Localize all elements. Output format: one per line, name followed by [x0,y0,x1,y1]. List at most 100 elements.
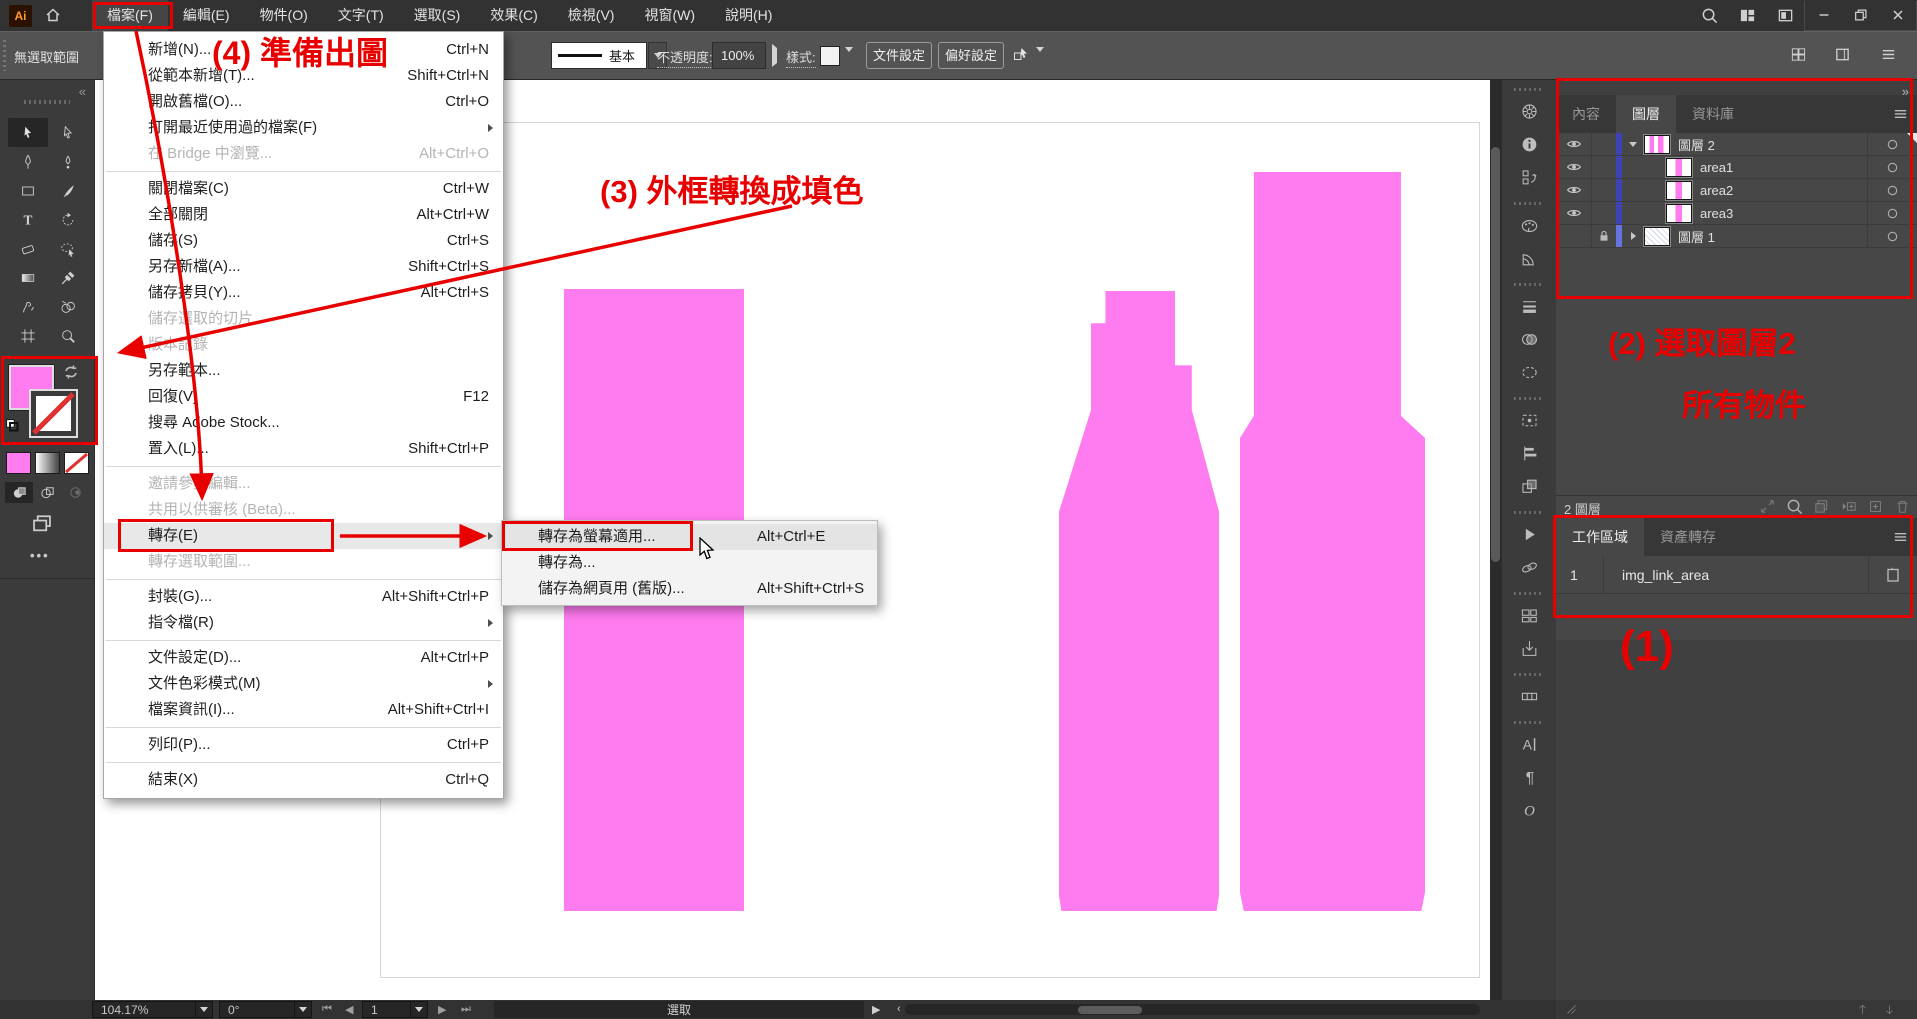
artboard-tool[interactable] [8,321,48,350]
draw-inside-icon[interactable] [61,482,89,503]
feather-icon[interactable] [1502,356,1557,389]
character-icon[interactable]: A [1502,728,1557,761]
export-submenu-item-3[interactable]: 儲存為網頁用 (舊版)...Alt+Shift+Ctrl+S [502,576,877,602]
shape-tall-bottle[interactable] [1240,172,1425,911]
panel-group-grip[interactable] [1514,88,1544,91]
menubar-item-7[interactable]: 檢視(V) [553,0,630,31]
layer-thumbnail[interactable] [1644,135,1670,154]
lock-icon[interactable] [1592,225,1616,247]
new-sublayer-icon[interactable] [1840,498,1857,515]
screen-mode-icon[interactable] [31,512,53,534]
file-menu-item-6[interactable]: 關閉檔案(C)Ctrl+W [104,176,503,202]
rotate-tool[interactable] [48,205,88,234]
document-layout-icon[interactable] [1766,0,1804,31]
file-menu-item-25[interactable]: 檔案資訊(I)...Alt+Shift+Ctrl+I [104,697,503,723]
layer-thumbnail[interactable] [1666,158,1692,177]
target-icon[interactable] [1867,202,1917,224]
toolbox-grip[interactable] [24,100,70,104]
zoom-tool[interactable] [48,321,88,350]
locate-object-icon[interactable] [1759,498,1776,515]
selection-tool[interactable] [8,118,48,147]
file-menu-item-1[interactable]: 新增(N)...Ctrl+N [104,37,503,63]
control-menu-icon[interactable] [1880,46,1897,63]
layer-label[interactable]: area2 [1700,183,1733,198]
layer-row-圖層-2[interactable]: 圖層 2 [1556,133,1917,156]
file-menu-item-23[interactable]: 文件設定(D)...Alt+Ctrl+P [104,645,503,671]
expand-chevron-down-icon[interactable] [1622,142,1644,147]
layer-row-area1[interactable]: area1 [1556,156,1917,179]
panel-group-grip[interactable] [1514,397,1544,400]
document-setup-button[interactable]: 文件設定 [866,42,932,69]
panel-group-grip[interactable] [1514,721,1544,724]
default-fill-stroke-icon[interactable] [5,418,20,433]
artboard-number-select[interactable]: 1 [362,1001,428,1018]
lasso-tool[interactable] [48,234,88,263]
links-icon[interactable] [1502,551,1557,584]
first-artboard-icon[interactable]: ⏮ [322,1003,332,1016]
prev-artboard-icon[interactable]: ◀ [345,1003,353,1016]
eraser-tool[interactable] [8,234,48,263]
visibility-empty[interactable] [1556,225,1592,247]
paragraph-icon[interactable]: ¶ [1502,761,1557,794]
close-icon[interactable] [1879,1,1916,30]
layers-tab-2[interactable]: 圖層 [1616,95,1676,133]
actions-icon[interactable] [1502,161,1557,194]
panel-group-grip[interactable] [1514,283,1544,286]
delete-icon[interactable] [1894,498,1911,515]
menubar-item-5[interactable]: 選取(S) [399,0,476,31]
resize-panel-icon[interactable] [1564,1002,1579,1017]
panel-group-grip[interactable] [1514,592,1544,595]
file-menu-item-19[interactable]: 轉存(E) [104,523,503,549]
artboard-tab-1[interactable]: 工作區域 [1556,518,1644,556]
type-tool[interactable]: T [8,205,48,234]
panel-menu-icon[interactable] [1892,105,1909,122]
vertical-scrollbar-thumb[interactable] [1491,147,1500,562]
curvature-tool[interactable] [48,147,88,176]
select-similar-dropdown-icon[interactable] [1036,52,1044,67]
color-mode-none-button[interactable] [64,452,89,474]
arrange-documents-icon[interactable] [1728,0,1766,31]
lock-empty[interactable] [1592,202,1616,224]
visibility-eye-icon[interactable] [1556,202,1592,224]
gradient-panel-icon[interactable] [1502,242,1557,275]
shape-builder-tool[interactable] [48,292,88,321]
file-menu-item-24[interactable]: 文件色彩模式(M) [104,671,503,697]
menubar-item-9[interactable]: 說明(H) [710,0,787,31]
panel-doc-icon[interactable] [1834,46,1851,63]
restore-icon[interactable] [1842,1,1879,30]
gradient-tool[interactable] [8,263,48,292]
horizontal-scrollbar-thumb[interactable] [1078,1006,1142,1014]
file-menu-item-3[interactable]: 開啟舊檔(O)...Ctrl+O [104,89,503,115]
menubar-item-3[interactable]: 物件(O) [245,0,323,31]
visibility-eye-icon[interactable] [1556,156,1592,178]
layer-thumbnail[interactable] [1666,181,1692,200]
style-swatch[interactable] [820,46,840,66]
file-menu-item-8[interactable]: 儲存(S)Ctrl+S [104,228,503,254]
stroke-color-swatch[interactable] [31,391,76,436]
file-menu-item-10[interactable]: 儲存拷貝(Y)...Alt+Ctrl+S [104,280,503,306]
layer-label[interactable]: area3 [1700,206,1733,221]
style-label[interactable]: 樣式: [786,47,816,68]
menubar-item-1[interactable]: 檔案(F) [92,0,168,31]
lock-empty[interactable] [1592,179,1616,201]
layer-row-area2[interactable]: area2 [1556,179,1917,202]
twirl-tool[interactable] [8,292,48,321]
file-menu-item-13[interactable]: 另存範本... [104,358,503,384]
new-layer-icon[interactable] [1867,498,1884,515]
paintbrush-tool[interactable] [48,176,88,205]
collect-export-icon[interactable] [1813,498,1830,515]
opacity-input[interactable]: 100% [712,42,766,69]
minimize-icon[interactable] [1805,1,1842,30]
move-up-icon[interactable] [1855,1002,1870,1017]
target-icon[interactable] [1867,225,1917,247]
transparency-icon[interactable] [1502,323,1557,356]
pathfinder-icon[interactable] [1502,470,1557,503]
artboard-doc-icon[interactable] [1869,566,1917,584]
lock-empty[interactable] [1592,133,1616,155]
color-mode-gradient-button[interactable] [35,452,60,474]
artboard-row-img_link_area[interactable]: 1img_link_area [1556,556,1917,594]
appearance-icon[interactable] [1502,404,1557,437]
play-icon[interactable] [1502,518,1557,551]
layer-label[interactable]: area1 [1700,160,1733,175]
color-icon[interactable] [1502,209,1557,242]
